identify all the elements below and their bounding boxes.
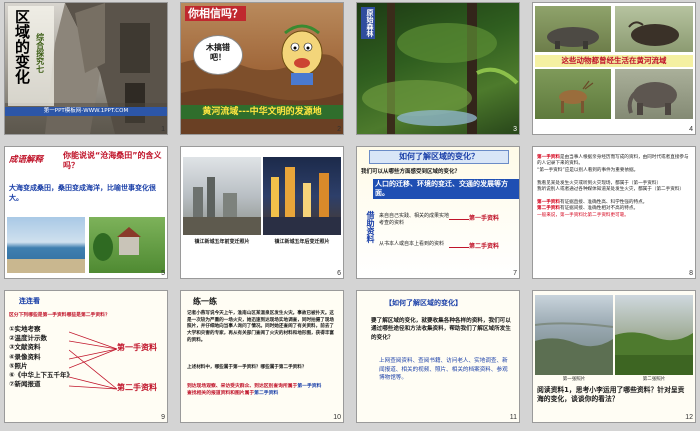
answer-1: 到达现场观察、采访受灾群众、到达区别查询所属于: [187, 384, 298, 389]
slide-footer: 第一PPT模板网-WWW.1PPT.COM: [5, 107, 167, 116]
list-item: ⑥《中华上下五千年》: [9, 371, 74, 380]
slide-thumbnail-4[interactable]: 这些动物都曾经生活在黄河流域 4: [533, 3, 695, 134]
first-hand-term: 第一手资料: [537, 155, 560, 160]
example-second-hand: 我听说别人或者通过各种媒体知道某处发生火灾，都属于（第二手资料）: [537, 187, 685, 193]
slide-thumbnail-9[interactable]: 连连看 区分下列哪些是第一手资料哪些是第二手资料？ ①实地考察 ②温度计示数 ③…: [5, 291, 167, 422]
slide-number: 4: [689, 126, 693, 133]
slide-thumbnail-2[interactable]: 你相信吗？ 木搞错吧！ 黄河流域---中华文明的发源地 2: [181, 3, 343, 134]
exercise-body: 记者小燕写说今天上午，淮南山区某温泉区发生火灾。事故已被扑灭。这是一次较为严重的…: [187, 311, 335, 343]
list-item: ⑦新闻报道: [9, 380, 41, 389]
answer-2-type: 第二手资料: [254, 391, 279, 397]
slide-number: 8: [689, 270, 693, 277]
items-list: ①实地考察 ②温度计示数 ③文献资料 ④录像资料 ⑤照片 ⑥《中华上下五千年》 …: [9, 325, 73, 390]
answer-block: 到达现场观察、采访受灾群众、到达区别查询所属于第一手资料 查找相关的报道资料和图…: [187, 383, 337, 397]
matching-lines: [69, 331, 118, 390]
bubble-text: 木搞错吧！: [206, 43, 230, 62]
reading-question: 阅读资料1，思考小李运用了哪些资料？针对呈贡海的变化，谈谈你的看法？: [537, 386, 685, 404]
slide-number: 5: [161, 270, 165, 277]
idiom-question: 你能说说“沧海桑田”的含义吗？: [63, 151, 162, 170]
slide-title: 连连看: [19, 297, 40, 305]
idiom-heading: 成语解释: [9, 155, 44, 165]
forest-tag: 原始森林: [361, 7, 375, 39]
slide-thumbnail-10[interactable]: 练一练 记者小燕写说今天上午，淮南山区某温泉区发生火灾。事故已被扑灭。这是一次较…: [181, 291, 343, 422]
slide-number: 9: [161, 414, 165, 421]
caption-before: 镇江新城五年前变迁照片: [194, 239, 250, 245]
first-hand-label: 第一手资料: [469, 215, 500, 222]
slide-number: 3: [513, 126, 517, 133]
slide-number: 6: [337, 270, 341, 277]
list-item: ④录像资料: [9, 352, 41, 361]
question-text: 区分下列哪些是第一手资料哪些是第二手资料？: [9, 313, 110, 318]
second-hand-feature: 有证据间接、准确性相对不高的特点。: [559, 206, 639, 212]
methods-list: 上网查阅资料、查阅书籍、访问老人、实地调查、新闻报道、相关的视频、照片、相关的档…: [379, 358, 508, 382]
list-item: ⑤照片: [9, 361, 28, 370]
answer-2: 查找相关的报道资料和图片属于: [187, 391, 255, 397]
definition-block: 第一手资料是由当事人根据亲身经历而写成的资料，由同时代或者直接参与的人记录下来的…: [537, 155, 693, 219]
list-item: ③文献资料: [9, 343, 41, 352]
slide-thumbnail-8[interactable]: 第一手资料是由当事人根据亲身经历而写成的资料，由同时代或者直接参与的人记录下来的…: [533, 147, 695, 278]
slide-number: 10: [333, 414, 341, 421]
banner-text: 黄河流域---中华文明的发源地: [181, 105, 343, 119]
slide-number: 1: [161, 126, 165, 133]
slide-subtitle: 综合探究七: [35, 33, 45, 73]
cartoon-character-icon: [281, 24, 323, 85]
slide-thumbnail-6[interactable]: 镇江新城五年前变迁照片 镇江新城五年后变迁照片 6: [181, 147, 343, 278]
slide-thumbnail-3[interactable]: 原始森林 3: [357, 3, 519, 134]
slide-thumbnail-1[interactable]: 区域的变化 综合探究七 第一PPT模板网-WWW.1PPT.COM 1: [5, 3, 167, 134]
caption-after: 镇江新城五年后变迁照片: [274, 239, 330, 245]
source-line-2: 从书本人或自本上看到的资料: [379, 241, 445, 247]
slide-title: 【如何了解区域的变化】: [385, 299, 462, 307]
slide-number: 2: [337, 126, 341, 133]
list-item: ①实地考察: [9, 325, 41, 333]
slide-title: 区域的变化: [13, 9, 31, 84]
side-label: 借助资料: [366, 211, 375, 243]
first-hand-label: 第一手资料: [117, 343, 157, 352]
answer-1-type: 第一手资料: [297, 384, 322, 389]
caption-photo-1: 第一张照片: [562, 377, 586, 382]
first-hand-term-2: 第一手资料: [537, 199, 560, 205]
source-line-1: 来自自己实践、相关的成果实地考查的资料: [379, 213, 450, 226]
first-hand-note: “第一手资料”应是以别人看到的事件为重要依据。: [537, 167, 639, 173]
question-heading: 你相信吗？: [185, 6, 246, 22]
animals-caption: 这些动物都曾经生活在黄河流域: [535, 55, 693, 67]
second-hand-label: 第二手资料: [469, 243, 500, 250]
conclusion-text: 一般来说，第一手资料比第二手资料更可靠。: [537, 212, 629, 218]
first-hand-definition: 是由当事人根据亲身经历而写成的资料，由同时代或者直接参与的人记录下来的资料。: [537, 155, 689, 167]
slide-thumbnail-5[interactable]: 成语解释 你能说说“沧海桑田”的含义吗？ 大海变成桑田，桑田变成海洋，比喻世事变…: [5, 147, 167, 278]
slide-title: 练一练: [193, 297, 217, 306]
slide-number: 11: [509, 414, 517, 421]
answer-box: 人口的迁移、环境的变迁、交通的发展等方面。: [373, 179, 519, 200]
intro-paragraph: 要了解区域的变化，就要收集各种各样的资料，我们可以通过哪些途径和方法收集资料，帮…: [371, 318, 511, 341]
slide-number: 12: [685, 414, 693, 421]
slide-thumbnail-7[interactable]: 如何了解区域的变化？ 我们可以从哪些方面感受到区域的变化？ 人口的迁移、环境的变…: [357, 147, 519, 278]
exercise-question: 上述材料中，哪些属于第一手资料？哪些属于第二手资料？: [187, 365, 307, 370]
slide-title: 如何了解区域的变化？: [369, 150, 509, 164]
slide-number: 7: [513, 270, 517, 277]
example-first-hand: 我看见某处发生火灾或听到火灾现场，都属于（第一手资料）: [537, 180, 662, 186]
second-hand-term: 第二手资料: [537, 206, 560, 212]
slide-thumbnail-11[interactable]: 【如何了解区域的变化】 要了解区域的变化，就要收集各种各样的资料，我们可以通过哪…: [357, 291, 519, 422]
slide-thumbnail-12[interactable]: 第一张照片 第二张照片 阅读资料1，思考小李运用了哪些资料？针对呈贡海的变化，谈…: [533, 291, 695, 422]
first-hand-feature: 有证据直接、准确性高、科学性强的特点。: [559, 199, 648, 205]
caption-photo-2: 第二张照片: [642, 377, 666, 382]
idiom-answer: 大海变成桑田，桑田变成海洋，比喻世事变化很大。: [9, 183, 156, 203]
question-text: 我们可以从哪些方面感受到区域的变化？: [361, 169, 461, 175]
second-hand-label: 第二手资料: [117, 383, 157, 392]
